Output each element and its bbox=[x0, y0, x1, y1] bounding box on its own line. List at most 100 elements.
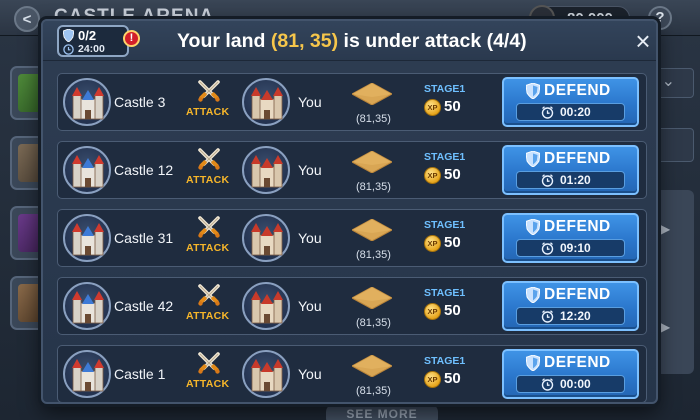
defend-label: DEFEND bbox=[544, 150, 611, 167]
modal-header: 0/2 24:00 ! Your land (81, 35) is under … bbox=[43, 21, 656, 61]
xp-reward: 50 bbox=[444, 370, 461, 387]
defend-label: DEFEND bbox=[544, 354, 611, 371]
defend-timer: 01:20 bbox=[516, 171, 625, 189]
alert-icon: ! bbox=[123, 30, 140, 47]
alarm-clock-icon bbox=[541, 378, 554, 391]
attack-list[interactable]: Castle 3 ATTACK You (81,35) STAGE1 XP 50… bbox=[57, 73, 647, 402]
close-button[interactable]: × bbox=[631, 28, 655, 54]
attacker-name: Castle 3 bbox=[114, 94, 166, 110]
attacker-castle-icon[interactable] bbox=[63, 214, 111, 262]
shield-status: 0/2 24:00 bbox=[57, 25, 129, 57]
xp-reward: 50 bbox=[444, 234, 461, 251]
castle-icon bbox=[72, 223, 104, 256]
attack-label: ATTACK bbox=[186, 106, 230, 118]
shield-icon bbox=[526, 83, 540, 99]
defender-name: You bbox=[298, 298, 322, 314]
stage-label: STAGE1 bbox=[424, 355, 466, 367]
land-coords[interactable]: (81,35) bbox=[356, 113, 391, 125]
defender-castle-icon[interactable] bbox=[242, 146, 290, 194]
attack-row: Castle 12 ATTACK You (81,35) STAGE1 XP 5… bbox=[57, 141, 647, 199]
castle-icon bbox=[251, 359, 283, 392]
timer-value: 12:20 bbox=[560, 309, 591, 323]
xp-reward: 50 bbox=[444, 302, 461, 319]
modal-title: Your land (81, 35) is under attack (4/4) bbox=[177, 30, 527, 53]
defend-label: DEFEND bbox=[544, 218, 611, 235]
alarm-clock-icon bbox=[541, 174, 554, 187]
xp-icon: XP bbox=[424, 235, 441, 252]
attacker-name: Castle 31 bbox=[114, 230, 174, 246]
crossed-swords-icon bbox=[198, 80, 220, 102]
attack-label: ATTACK bbox=[186, 242, 230, 254]
castle-icon bbox=[72, 359, 104, 392]
land-tile-icon bbox=[352, 219, 392, 241]
attacker-name: Castle 42 bbox=[114, 298, 174, 314]
xp-icon: XP bbox=[424, 167, 441, 184]
land-coords[interactable]: (81,35) bbox=[356, 385, 391, 397]
defend-button[interactable]: DEFEND 12:20 bbox=[502, 281, 639, 331]
defend-button[interactable]: DEFEND 00:20 bbox=[502, 77, 639, 127]
castle-icon bbox=[72, 291, 104, 324]
timer-value: 00:20 bbox=[560, 105, 591, 119]
attacker-castle-icon[interactable] bbox=[63, 282, 111, 330]
crossed-swords-icon bbox=[198, 148, 220, 170]
xp-reward: 50 bbox=[444, 166, 461, 183]
timer-value: 00:00 bbox=[560, 377, 591, 391]
defender-name: You bbox=[298, 230, 322, 246]
attack-row: Castle 31 ATTACK You (81,35) STAGE1 XP 5… bbox=[57, 209, 647, 267]
defend-label: DEFEND bbox=[544, 286, 611, 303]
defender-name: You bbox=[298, 162, 322, 178]
attack-alert-modal: 0/2 24:00 ! Your land (81, 35) is under … bbox=[41, 19, 658, 404]
right-arrow-icon[interactable]: ▶ bbox=[661, 222, 670, 236]
crossed-swords-icon bbox=[198, 284, 220, 306]
castle-icon bbox=[251, 87, 283, 120]
attack-label: ATTACK bbox=[186, 310, 230, 322]
crossed-swords-icon bbox=[198, 352, 220, 374]
land-tile-icon bbox=[352, 151, 392, 173]
attack-label: ATTACK bbox=[186, 378, 230, 390]
defender-castle-icon[interactable] bbox=[242, 214, 290, 262]
defender-castle-icon[interactable] bbox=[242, 350, 290, 398]
shield-icon bbox=[526, 219, 540, 235]
defender-name: You bbox=[298, 94, 322, 110]
attacker-name: Castle 12 bbox=[114, 162, 174, 178]
land-tile-icon bbox=[352, 355, 392, 377]
shield-icon bbox=[526, 151, 540, 167]
timer-value: 09:10 bbox=[560, 241, 591, 255]
stage-label: STAGE1 bbox=[424, 151, 466, 163]
castle-icon bbox=[72, 87, 104, 120]
defend-timer: 00:00 bbox=[516, 375, 625, 393]
defend-timer: 09:10 bbox=[516, 239, 625, 257]
title-suffix: is under attack (4/4) bbox=[343, 30, 527, 52]
castle-icon bbox=[72, 155, 104, 188]
alarm-clock-icon bbox=[541, 106, 554, 119]
see-more-button[interactable]: SEE MORE bbox=[326, 404, 438, 420]
attacker-castle-icon[interactable] bbox=[63, 350, 111, 398]
alarm-clock-icon bbox=[541, 310, 554, 323]
xp-icon: XP bbox=[424, 99, 441, 116]
defender-castle-icon[interactable] bbox=[242, 282, 290, 330]
defend-button[interactable]: DEFEND 01:20 bbox=[502, 145, 639, 195]
land-coords[interactable]: (81,35) bbox=[356, 317, 391, 329]
defender-castle-icon[interactable] bbox=[242, 78, 290, 126]
defend-label: DEFEND bbox=[544, 82, 611, 99]
right-arrow-icon-2[interactable]: ▶ bbox=[661, 320, 670, 334]
title-coords[interactable]: (81, 35) bbox=[271, 30, 338, 52]
attacker-castle-icon[interactable] bbox=[63, 146, 111, 194]
castle-icon bbox=[251, 155, 283, 188]
attacker-castle-icon[interactable] bbox=[63, 78, 111, 126]
defend-timer: 00:20 bbox=[516, 103, 625, 121]
attack-row: Castle 1 ATTACK You (81,35) STAGE1 XP 50… bbox=[57, 345, 647, 402]
xp-icon: XP bbox=[424, 303, 441, 320]
land-coords[interactable]: (81,35) bbox=[356, 249, 391, 261]
back-button[interactable]: < bbox=[14, 6, 40, 32]
defend-button[interactable]: DEFEND 09:10 bbox=[502, 213, 639, 263]
land-coords[interactable]: (81,35) bbox=[356, 181, 391, 193]
alarm-clock-icon bbox=[541, 242, 554, 255]
shield-icon bbox=[63, 29, 74, 42]
attack-label: ATTACK bbox=[186, 174, 230, 186]
castle-icon bbox=[251, 223, 283, 256]
defend-button[interactable]: DEFEND 00:00 bbox=[502, 349, 639, 399]
shield-icon bbox=[526, 355, 540, 371]
stage-label: STAGE1 bbox=[424, 83, 466, 95]
castle-icon bbox=[251, 291, 283, 324]
